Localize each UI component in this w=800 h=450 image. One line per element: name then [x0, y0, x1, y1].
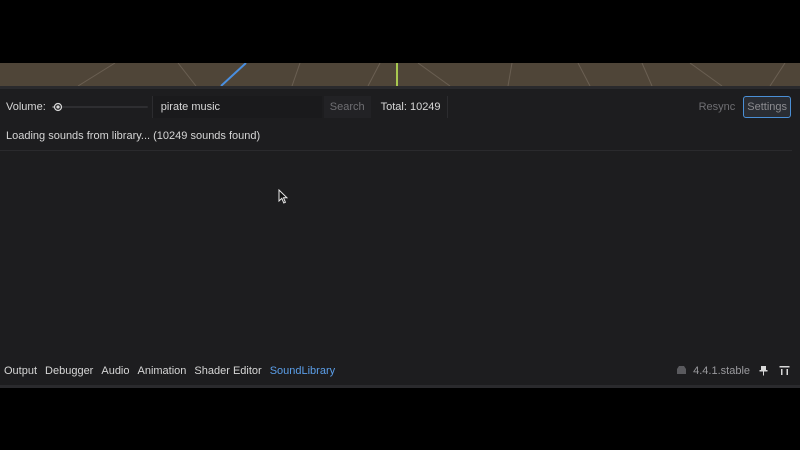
tab-soundlibrary[interactable]: SoundLibrary — [270, 365, 339, 377]
resync-button[interactable]: Resync — [693, 96, 742, 118]
sound-library-panel: Volume: Search Total: 10249 Resync Setti… — [0, 86, 800, 388]
volume-slider[interactable] — [52, 99, 148, 115]
tab-animation[interactable]: Animation — [138, 365, 191, 377]
search-input[interactable] — [151, 96, 322, 118]
pin-icon[interactable] — [758, 365, 769, 376]
status-row: Loading sounds from library... (10249 so… — [0, 122, 792, 151]
godot-icon — [677, 366, 687, 374]
tab-output[interactable]: Output — [4, 365, 41, 377]
bottom-divider — [0, 385, 800, 388]
search-button[interactable]: Search — [323, 96, 371, 118]
expand-panel-icon[interactable] — [779, 365, 790, 376]
volume-label: Volume: — [6, 101, 46, 113]
tab-shader-editor[interactable]: Shader Editor — [194, 365, 265, 377]
sound-library-toolbar: Volume: Search Total: 10249 Resync Setti… — [0, 92, 800, 122]
viewport-grid — [77, 63, 786, 86]
slider-grabber-icon[interactable] — [52, 101, 64, 113]
volume-slider-track — [55, 106, 148, 108]
mouse-cursor-icon — [278, 189, 288, 204]
status-message: Loading sounds from library... (10249 so… — [6, 130, 261, 142]
settings-button[interactable]: Settings — [743, 96, 791, 118]
tab-audio[interactable]: Audio — [101, 365, 133, 377]
3d-viewport-strip[interactable] — [0, 63, 800, 86]
total-count: Total: 10249 — [375, 96, 448, 118]
bottom-panel-tabs: Output Debugger Audio Animation Shader E… — [0, 356, 800, 385]
tab-debugger[interactable]: Debugger — [45, 365, 97, 377]
version-label[interactable]: 4.4.1.stable — [693, 365, 750, 377]
